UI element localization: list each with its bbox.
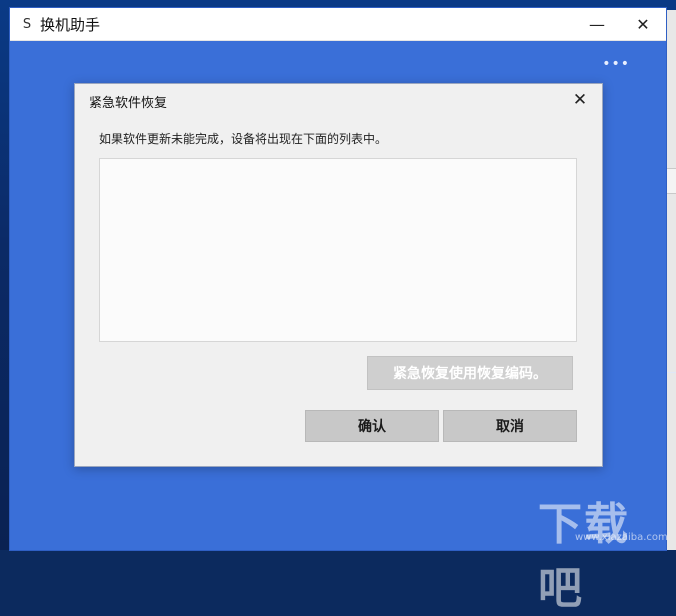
close-icon: ✕ <box>572 90 588 110</box>
recover-with-code-button[interactable]: 紧急恢复使用恢复编码。 <box>367 356 573 390</box>
window-close-button[interactable]: ✕ <box>620 8 666 40</box>
minimize-button[interactable]: — <box>574 8 620 40</box>
close-icon: ✕ <box>636 14 650 34</box>
minimize-icon: — <box>589 14 605 34</box>
dialog-close-button[interactable]: ✕ <box>572 90 588 110</box>
dialog-description: 如果软件更新未能完成，设备将出现在下面的列表中。 <box>99 132 388 146</box>
watermark-url: www.xiazaiba.com <box>575 532 668 543</box>
emergency-recovery-dialog: 紧急软件恢复 ✕ 如果软件更新未能完成，设备将出现在下面的列表中。 紧急恢复使用… <box>74 83 603 467</box>
cancel-button[interactable]: 取消 <box>443 410 577 442</box>
app-logo-icon: S <box>22 16 32 32</box>
dialog-title: 紧急软件恢复 <box>89 96 168 111</box>
confirm-button[interactable]: 确认 <box>305 410 439 442</box>
more-options-icon[interactable]: ••• <box>602 56 630 72</box>
title-bar: S 换机助手 — ✕ <box>10 8 666 41</box>
device-list[interactable] <box>99 158 577 342</box>
window-controls: — ✕ <box>574 8 666 40</box>
app-title: 换机助手 <box>40 15 101 34</box>
